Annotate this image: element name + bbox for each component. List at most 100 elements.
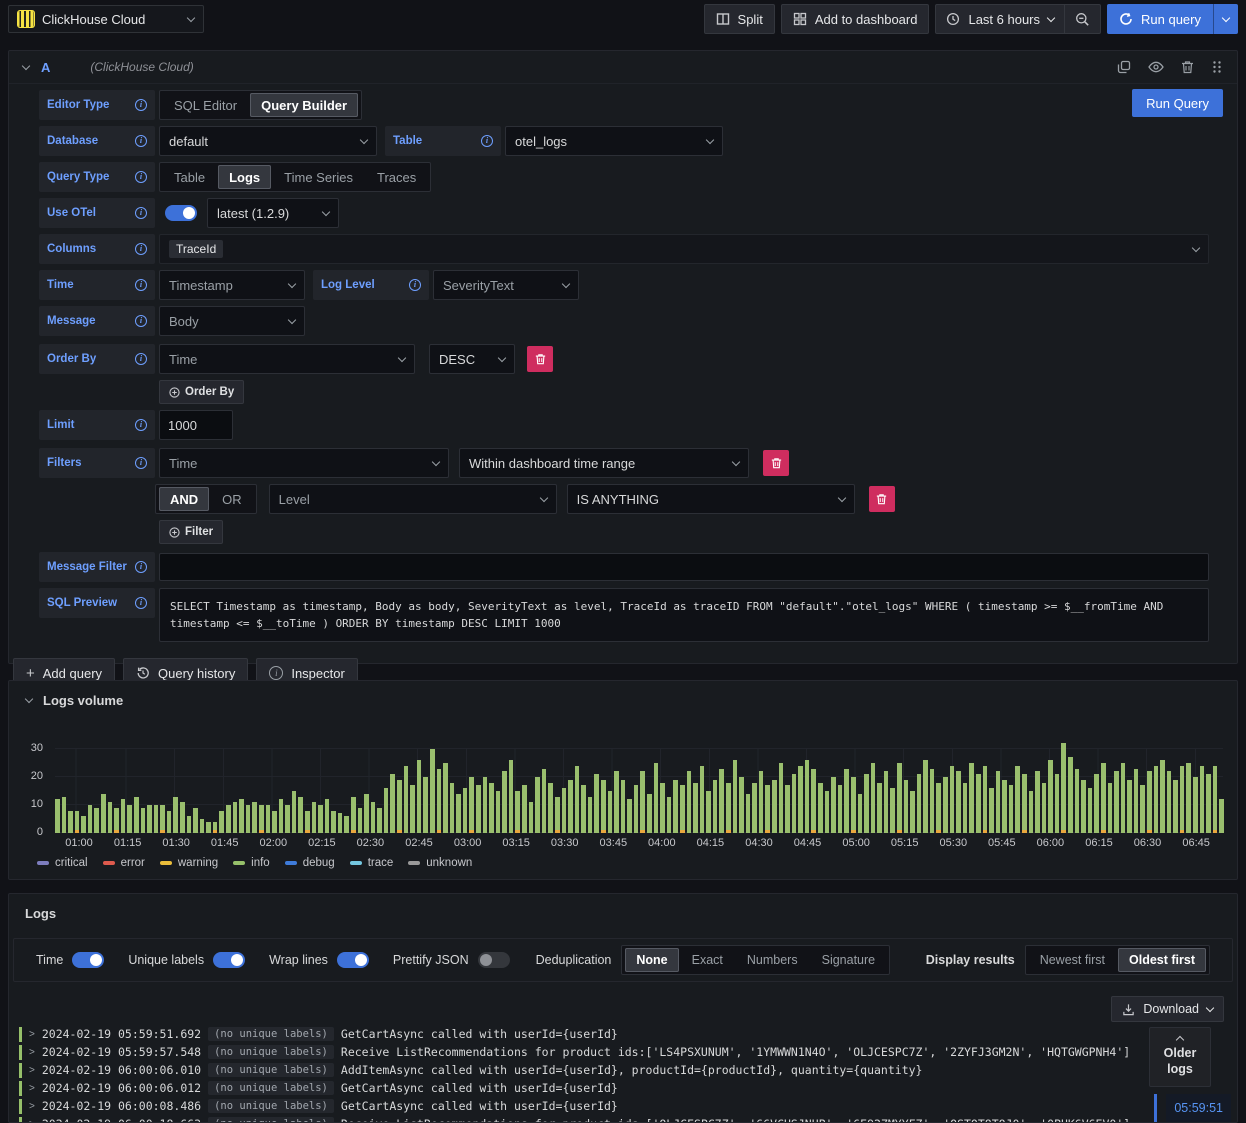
order-by-field-select[interactable]: Time bbox=[159, 344, 415, 374]
dedup-option-signature[interactable]: Signature bbox=[811, 948, 887, 972]
expand-row-chevron-icon[interactable]: > bbox=[29, 1065, 35, 1076]
add-filter-button[interactable]: Filter bbox=[159, 520, 224, 544]
info-icon[interactable]: i bbox=[135, 207, 147, 219]
info-icon[interactable]: i bbox=[481, 135, 493, 147]
dedup-option-exact[interactable]: Exact bbox=[681, 948, 734, 972]
query-type-option-traces[interactable]: Traces bbox=[366, 165, 427, 189]
limit-input[interactable] bbox=[159, 410, 233, 440]
expand-row-chevron-icon[interactable]: > bbox=[29, 1047, 35, 1058]
logs-volume-chart[interactable] bbox=[55, 743, 1224, 833]
legend-item-debug[interactable]: debug bbox=[284, 857, 335, 869]
legend-item-error[interactable]: error bbox=[102, 857, 145, 869]
log-row[interactable]: >2024-02-19 05:59:57.548 (no unique label… bbox=[19, 1043, 1229, 1061]
datasource-picker[interactable]: ClickHouse Cloud bbox=[8, 5, 204, 33]
volume-bar bbox=[1041, 782, 1047, 833]
collapse-chevron-icon[interactable] bbox=[24, 694, 34, 704]
display-results-option-oldest-first[interactable]: Oldest first bbox=[1118, 948, 1206, 972]
legend-item-warning[interactable]: warning bbox=[159, 857, 218, 869]
log-row[interactable]: >2024-02-19 06:00:18.663 (no unique label… bbox=[19, 1115, 1229, 1123]
legend-item-info[interactable]: info bbox=[233, 857, 270, 869]
query-type-option-logs[interactable]: Logs bbox=[218, 165, 272, 189]
info-icon[interactable]: i bbox=[135, 315, 147, 327]
column-chip[interactable]: TraceId bbox=[169, 240, 224, 258]
add-order-by-button[interactable]: Order By bbox=[159, 380, 245, 404]
remove-level-filter-button[interactable] bbox=[868, 486, 895, 512]
split-button[interactable]: Split bbox=[703, 4, 775, 34]
table-select[interactable]: otel_logs bbox=[505, 126, 723, 156]
order-by-direction-select[interactable]: DESC bbox=[429, 344, 515, 374]
database-select[interactable]: default bbox=[159, 126, 377, 156]
download-button[interactable]: Download bbox=[1111, 996, 1224, 1022]
info-icon[interactable]: i bbox=[409, 279, 421, 291]
info-icon[interactable]: i bbox=[135, 171, 147, 183]
time-column-select[interactable]: Timestamp bbox=[159, 270, 305, 300]
message-column-select[interactable]: Body bbox=[159, 306, 305, 336]
hide-response-eye-icon[interactable] bbox=[1148, 61, 1164, 73]
conjunction-option-and[interactable]: AND bbox=[159, 487, 210, 511]
legend-swatch bbox=[349, 861, 362, 865]
legend-item-critical[interactable]: critical bbox=[37, 857, 88, 869]
volume-bar bbox=[554, 796, 560, 833]
panel-run-query-button[interactable]: Run Query bbox=[1132, 89, 1223, 117]
use-otel-toggle[interactable] bbox=[165, 205, 197, 221]
log-row[interactable]: >2024-02-19 05:59:51.692 (no unique label… bbox=[19, 1025, 1229, 1043]
info-icon[interactable]: i bbox=[135, 419, 147, 431]
dedup-option-none[interactable]: None bbox=[625, 948, 679, 972]
add-to-dashboard-button[interactable]: Add to dashboard bbox=[780, 4, 930, 34]
wrap-lines-toggle[interactable] bbox=[336, 952, 369, 968]
info-icon[interactable]: i bbox=[135, 135, 147, 147]
volume-bar bbox=[962, 782, 968, 833]
expand-row-chevron-icon[interactable]: > bbox=[29, 1119, 35, 1123]
columns-multiselect[interactable]: TraceId bbox=[159, 234, 1209, 264]
older-logs-button[interactable]: Older logs bbox=[1149, 1027, 1211, 1087]
expand-row-chevron-icon[interactable]: > bbox=[29, 1083, 35, 1094]
remove-query-trash-icon[interactable] bbox=[1181, 60, 1194, 74]
x-tick: 05:30 bbox=[939, 837, 968, 849]
log-level-select[interactable]: SeverityText bbox=[433, 270, 579, 300]
info-icon[interactable]: i bbox=[135, 597, 147, 609]
legend-item-unknown[interactable]: unknown bbox=[408, 857, 472, 869]
chevron-down-icon bbox=[186, 13, 196, 22]
expand-row-chevron-icon[interactable]: > bbox=[29, 1029, 35, 1040]
info-icon[interactable]: i bbox=[135, 99, 147, 111]
filter-operator-select[interactable]: Within dashboard time range bbox=[459, 448, 749, 478]
info-icon[interactable]: i bbox=[135, 243, 147, 255]
log-row[interactable]: >2024-02-19 06:00:06.010 (no unique label… bbox=[19, 1061, 1229, 1079]
filter-field-select[interactable]: Level bbox=[268, 484, 557, 514]
log-row[interactable]: >2024-02-19 06:00:08.486 (no unique label… bbox=[19, 1097, 1229, 1115]
dedup-option-numbers[interactable]: Numbers bbox=[736, 948, 809, 972]
volume-bar bbox=[1186, 763, 1192, 833]
prettify-json-toggle[interactable] bbox=[477, 952, 510, 968]
x-tick: 02:45 bbox=[405, 837, 433, 849]
legend-item-trace[interactable]: trace bbox=[349, 857, 393, 869]
time-toggle[interactable] bbox=[72, 952, 105, 968]
log-row[interactable]: >2024-02-19 06:00:06.012 (no unique label… bbox=[19, 1079, 1229, 1097]
log-level-label: Log Level i bbox=[313, 270, 429, 300]
drag-handle-icon[interactable] bbox=[1211, 60, 1223, 74]
info-icon[interactable]: i bbox=[135, 353, 147, 365]
editor-type-option-sql-editor[interactable]: SQL Editor bbox=[163, 93, 248, 117]
info-icon[interactable]: i bbox=[135, 561, 147, 573]
expand-row-chevron-icon[interactable]: > bbox=[29, 1101, 35, 1112]
time-range-picker[interactable]: Last 6 hours bbox=[936, 5, 1064, 33]
conjunction-option-or[interactable]: OR bbox=[211, 487, 253, 511]
query-type-option-time-series[interactable]: Time Series bbox=[273, 165, 364, 189]
query-row-header[interactable]: A (ClickHouse Cloud) bbox=[9, 51, 1237, 84]
volume-bar bbox=[265, 805, 271, 833]
duplicate-icon[interactable] bbox=[1117, 60, 1131, 74]
editor-type-option-query-builder[interactable]: Query Builder bbox=[250, 93, 359, 117]
unique-labels-toggle[interactable] bbox=[213, 952, 246, 968]
info-icon[interactable]: i bbox=[135, 279, 147, 291]
filter-condition-select[interactable]: IS ANYTHING bbox=[566, 484, 855, 514]
query-type-option-table[interactable]: Table bbox=[163, 165, 216, 189]
filter-time-field-select[interactable]: Time bbox=[159, 448, 449, 478]
otel-version-select[interactable]: latest (1.2.9) bbox=[207, 198, 339, 228]
run-query-options-button[interactable] bbox=[1213, 4, 1238, 34]
zoom-out-button[interactable] bbox=[1065, 5, 1100, 33]
info-icon[interactable]: i bbox=[135, 457, 147, 469]
remove-order-by-button[interactable] bbox=[527, 346, 553, 372]
remove-filter-button[interactable] bbox=[763, 450, 789, 476]
message-filter-input[interactable] bbox=[159, 553, 1209, 581]
run-query-button[interactable]: Run query bbox=[1107, 4, 1213, 34]
display-results-option-newest-first[interactable]: Newest first bbox=[1029, 948, 1116, 972]
